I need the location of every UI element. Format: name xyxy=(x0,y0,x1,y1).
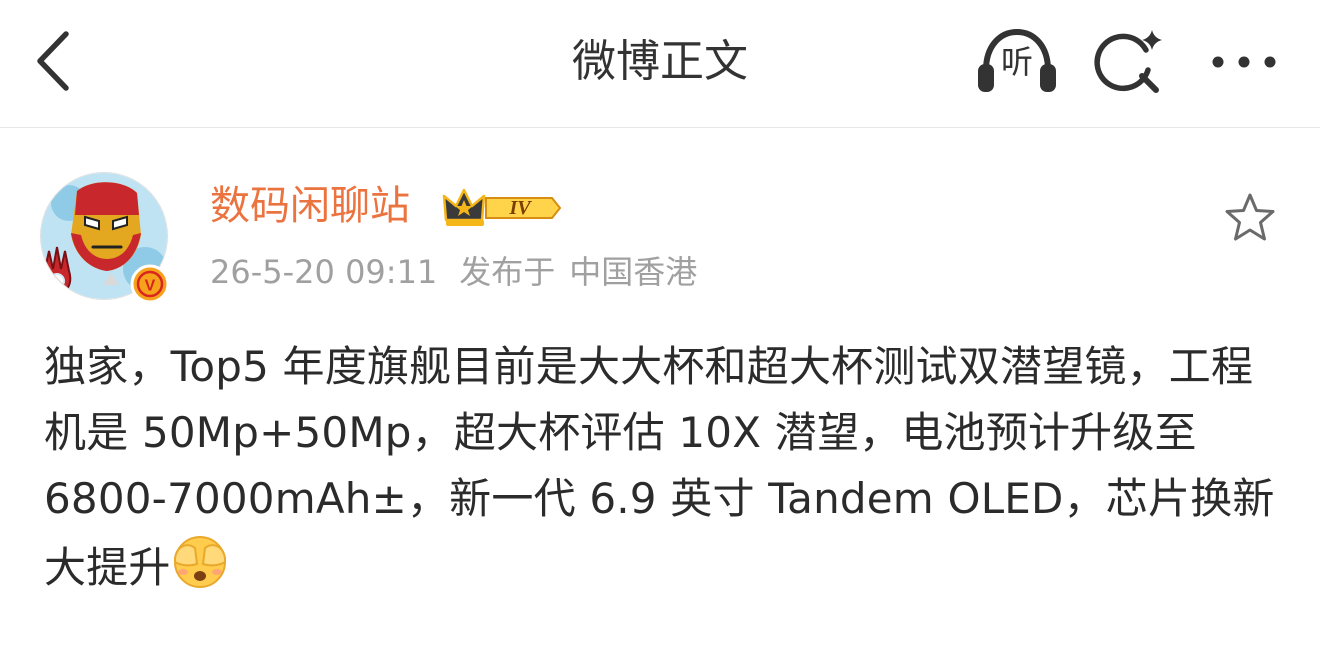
listen-button[interactable]: 听 xyxy=(974,26,1060,96)
post-content: 独家，Top5 年度旗舰目前是大大杯和超大杯测试双潜望镜，工程机是 50Mp+5… xyxy=(44,334,1284,601)
more-button[interactable] xyxy=(1206,40,1282,84)
top-nav-bar: 微博正文 听 xyxy=(0,0,1320,128)
favorite-button[interactable] xyxy=(1222,192,1278,244)
verified-badge-label: V xyxy=(145,278,156,295)
search-sparkle-icon xyxy=(1094,30,1162,93)
face-covering-eyes-emoji-icon xyxy=(173,536,226,588)
search-button[interactable] xyxy=(1094,28,1166,96)
post-time: 26-5-20 09:11 xyxy=(210,253,438,291)
more-dots-icon xyxy=(1212,56,1276,68)
published-at-label: 发布于 xyxy=(459,253,556,291)
post-meta: 26-5-20 09:11 发布于 中国香港 xyxy=(210,252,697,292)
star-outline-icon xyxy=(1225,193,1275,241)
level-badge-label: IV xyxy=(508,197,532,219)
verified-badge-icon: V xyxy=(130,264,170,304)
author-name[interactable]: 数码闲聊站 xyxy=(210,180,410,232)
avatar[interactable]: V xyxy=(40,172,170,304)
crown-level-icon: IV xyxy=(442,188,562,226)
post-header: V 数码闲聊站 IV 26-5-20 09:11 发布于 中国香港 xyxy=(0,128,1320,318)
listen-label: 听 xyxy=(1000,43,1033,81)
level-badge[interactable]: IV xyxy=(442,186,562,230)
post-location: 中国香港 xyxy=(569,253,698,291)
